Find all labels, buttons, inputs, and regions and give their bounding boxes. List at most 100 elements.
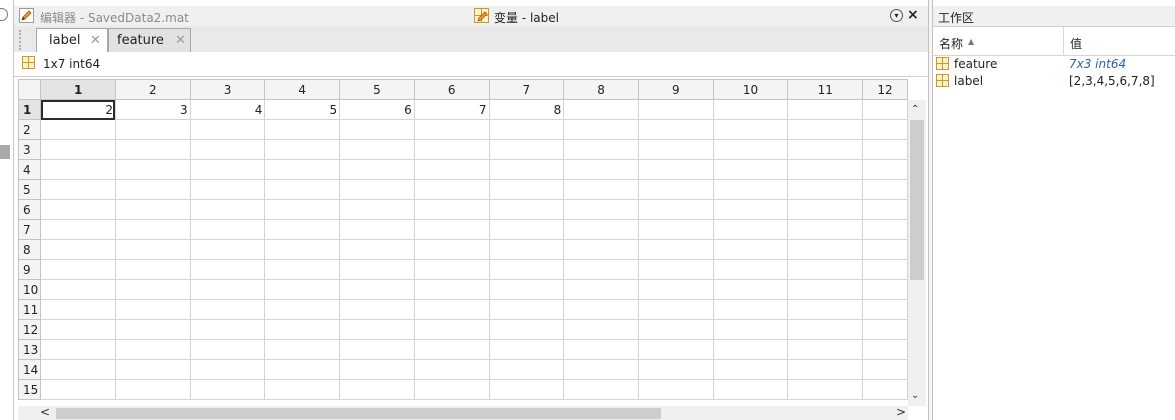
grid-cell[interactable]: [862, 159, 908, 180]
grid-cell[interactable]: [339, 179, 415, 200]
grid-cell[interactable]: [563, 99, 639, 120]
grid-cell[interactable]: [787, 379, 864, 400]
grid-cell[interactable]: [563, 219, 639, 240]
grid-cell[interactable]: [563, 319, 639, 340]
grid-cell[interactable]: [264, 159, 341, 180]
grid-cell[interactable]: [114, 199, 191, 220]
column-separator[interactable]: [1063, 27, 1064, 55]
grid-cell[interactable]: [40, 159, 116, 180]
grid-cell[interactable]: [40, 119, 116, 140]
workspace-item-name[interactable]: feature: [954, 57, 997, 71]
workspace-value-column-header[interactable]: 值: [1070, 35, 1082, 52]
grid-cell[interactable]: [787, 279, 864, 300]
grid-cell[interactable]: [712, 199, 789, 220]
grid-cell[interactable]: [189, 159, 266, 180]
grid-cell[interactable]: [413, 299, 490, 320]
grid-cell[interactable]: [40, 259, 116, 280]
grid-cell[interactable]: [488, 179, 565, 200]
grid-cell[interactable]: [189, 339, 266, 360]
grid-cell[interactable]: [712, 359, 789, 380]
grid-cell[interactable]: [339, 379, 415, 400]
grid-cell[interactable]: 7: [413, 99, 490, 120]
grid-cell[interactable]: [862, 359, 908, 380]
grid-cell[interactable]: [189, 299, 266, 320]
tab-feature[interactable]: feature ✕: [108, 28, 191, 52]
grid-cell[interactable]: [637, 179, 714, 200]
grid-cell[interactable]: [712, 179, 789, 200]
grid-cell[interactable]: [114, 379, 191, 400]
grid-cell[interactable]: [563, 199, 639, 220]
grid-cell[interactable]: [563, 279, 639, 300]
column-header[interactable]: 3: [189, 79, 266, 100]
row-header[interactable]: 2: [18, 119, 42, 140]
workspace-item-value[interactable]: [2,3,4,5,6,7,8]: [1069, 74, 1155, 88]
grid-cell[interactable]: [787, 239, 864, 260]
grid-cell[interactable]: [712, 259, 789, 280]
grid-cell[interactable]: [637, 159, 714, 180]
grid-cell[interactable]: [413, 339, 490, 360]
tab-feature-close-icon[interactable]: ✕: [175, 33, 186, 48]
grid-cell[interactable]: [264, 179, 341, 200]
grid-cell[interactable]: [413, 279, 490, 300]
grid-cell[interactable]: [264, 259, 341, 280]
scroll-right-icon[interactable]: >: [896, 405, 906, 419]
grid-cell[interactable]: [114, 259, 191, 280]
close-icon[interactable]: ×: [907, 7, 919, 23]
row-header[interactable]: 15: [18, 379, 42, 400]
grid-cell[interactable]: [488, 379, 565, 400]
variable-grid[interactable]: 1 2 3 4 5 6 7 8 9 10 11 12 1 2 3 4 5 6 7 8 2 3 4 5 6 7 8 9 10 11 12 13 1…: [18, 79, 908, 400]
grid-cell[interactable]: [264, 299, 341, 320]
grid-cell[interactable]: [339, 279, 415, 300]
row-header[interactable]: 3: [18, 139, 42, 160]
grid-cell[interactable]: [563, 339, 639, 360]
grid-cell[interactable]: [413, 199, 490, 220]
row-header[interactable]: 7: [18, 219, 42, 240]
grid-cell[interactable]: [712, 99, 789, 120]
grid-cell[interactable]: [488, 259, 565, 280]
grid-cell[interactable]: [40, 179, 116, 200]
grid-cell[interactable]: [712, 279, 789, 300]
grid-cell[interactable]: [862, 299, 908, 320]
grid-cell[interactable]: [862, 199, 908, 220]
grid-cell[interactable]: [413, 179, 490, 200]
horizontal-scroll-thumb[interactable]: [56, 408, 661, 419]
column-header[interactable]: 9: [637, 79, 714, 100]
row-header[interactable]: 14: [18, 359, 42, 380]
grid-cell[interactable]: [413, 359, 490, 380]
row-header[interactable]: 9: [18, 259, 42, 280]
grid-cell[interactable]: [40, 359, 116, 380]
grid-cell[interactable]: [189, 279, 266, 300]
grid-cell[interactable]: [787, 219, 864, 240]
column-header[interactable]: 6: [413, 79, 490, 100]
grid-cell[interactable]: [339, 319, 415, 340]
grid-cell[interactable]: [189, 259, 266, 280]
row-header[interactable]: 6: [18, 199, 42, 220]
scroll-left-icon[interactable]: <: [40, 405, 50, 419]
grid-cell[interactable]: [40, 279, 116, 300]
grid-cell[interactable]: [189, 319, 266, 340]
scroll-down-icon[interactable]: ⌄: [911, 390, 919, 401]
grid-cell[interactable]: [862, 219, 908, 240]
grid-cell[interactable]: [637, 279, 714, 300]
grid-cell[interactable]: [189, 379, 266, 400]
grid-cell[interactable]: [712, 159, 789, 180]
grid-cell[interactable]: [339, 159, 415, 180]
column-header[interactable]: 7: [488, 79, 565, 100]
grid-cell[interactable]: [563, 119, 639, 140]
variable-table[interactable]: 1 2 3 4 5 6 7 8 9 10 11 12 1 2 3 4 5 6 7 8 2 3 4 5 6 7 8 9 10 11 12 13 1…: [18, 79, 908, 400]
grid-cell[interactable]: [413, 219, 490, 240]
grid-cell[interactable]: [189, 139, 266, 160]
scroll-up-icon[interactable]: ⌃: [911, 104, 919, 115]
grid-cell[interactable]: [413, 239, 490, 260]
grid-cell[interactable]: [862, 139, 908, 160]
grid-cell[interactable]: [413, 159, 490, 180]
grid-cell[interactable]: 2: [40, 99, 116, 120]
grid-cell[interactable]: [488, 119, 565, 140]
workspace-title[interactable]: 工作区: [938, 9, 974, 26]
grid-cell[interactable]: [563, 379, 639, 400]
row-header[interactable]: 11: [18, 299, 42, 320]
grid-cell[interactable]: [637, 259, 714, 280]
grid-cell[interactable]: [862, 99, 908, 120]
grid-cell[interactable]: [189, 119, 266, 140]
grid-cell[interactable]: [712, 139, 789, 160]
